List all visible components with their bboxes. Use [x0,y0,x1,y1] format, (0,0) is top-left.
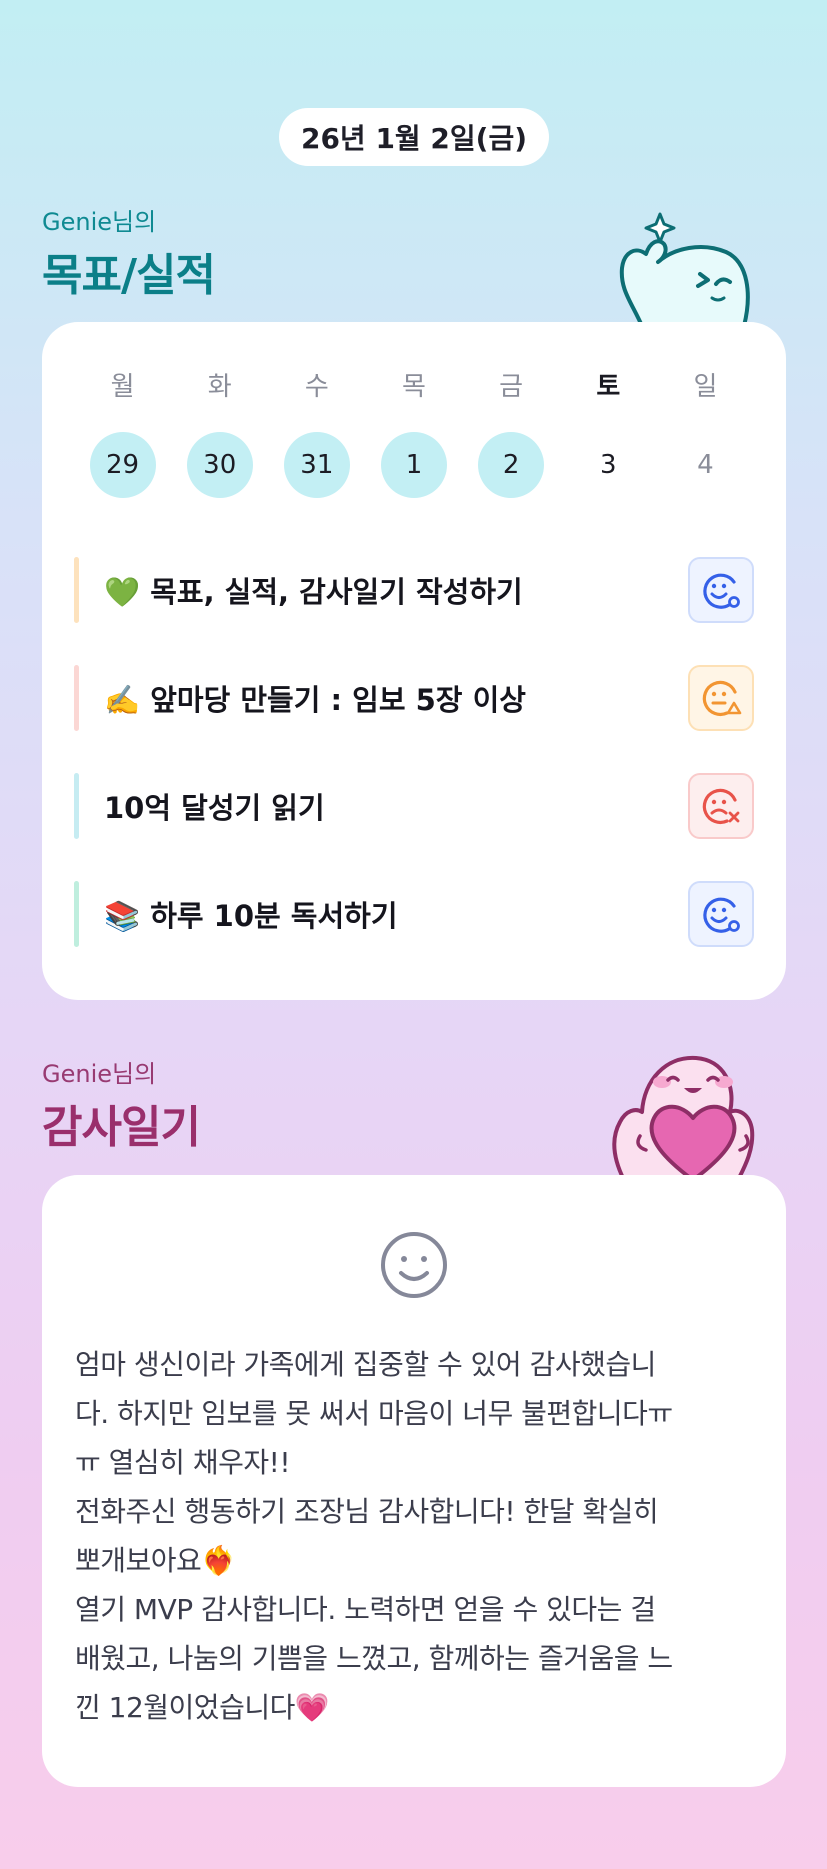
day-column[interactable]: 월 29 [74,370,171,498]
day-column[interactable]: 금 2 [463,370,560,498]
goal-color-bar [74,665,79,731]
goals-title: 목표/실적 [42,250,216,301]
smile-face-icon[interactable] [379,1230,449,1300]
day-column[interactable]: 수 31 [268,370,365,498]
diary-line: 전화주신 행동하기 조장님 감사합니다! 한달 확실히 [75,1495,659,1528]
thanks-owner-label: Genie님의 [42,1060,157,1088]
date-circle[interactable]: 30 [186,432,253,498]
waving-mascot-icon [619,212,750,326]
goals-section-header: Genie님의 목표/실적 [42,202,216,303]
diary-line: ㅠ 열심히 채우자!! [75,1446,291,1479]
smile-done-icon[interactable] [688,881,754,947]
goal-list: 💚 목표, 실적, 감사일기 작성하기 ✍️ 앞마당 만들기 : 임보 5장 이… [74,536,754,968]
date-circle[interactable]: 3 [575,432,641,498]
date-pill[interactable]: 26년 1월 2일(금) [279,108,549,166]
day-column[interactable]: 목 1 [365,370,462,498]
thanks-title: 감사일기 [42,1102,201,1153]
goal-item[interactable]: 10억 달성기 읽기 [74,752,754,860]
date-circle[interactable]: 2 [478,432,545,498]
diary-line: 낀 12월이었습니다💗 [75,1691,330,1724]
sad-fail-icon[interactable] [688,773,754,839]
goal-item[interactable]: ✍️ 앞마당 만들기 : 임보 5장 이상 [74,644,754,752]
thanks-card: 엄마 생신이라 가족에게 집중할 수 있어 감사했습니 다. 하지만 임보를 못… [42,1175,786,1787]
diary-line: 다. 하지만 임보를 못 써서 마음이 너무 불편합니다ㅠ [75,1397,673,1430]
thanks-section-header: Genie님의 감사일기 [42,1054,201,1155]
date-circle[interactable]: 29 [89,432,156,498]
weekday-label: 토 [596,372,621,402]
weekday-label: 금 [499,372,524,402]
weekday-label: 목 [402,372,426,402]
day-column[interactable]: 토 3 [560,370,657,498]
goal-color-bar [74,881,79,947]
goal-text: ✍️ 앞마당 만들기 : 임보 5장 이상 [104,683,526,717]
goal-color-bar [74,557,79,623]
week-calendar: 월 29 화 30 수 31 목 1 금 2 토 3 일 4 [74,370,754,498]
date-circle[interactable]: 1 [380,432,447,498]
goal-item[interactable]: 📚 하루 10분 독서하기 [74,860,754,968]
weekday-label: 일 [693,372,718,402]
weekday-label: 월 [110,372,135,402]
diary-line: 뽀개보아요❤️‍🔥 [75,1544,236,1577]
weekday-label: 화 [207,372,232,402]
thanks-diary-text: 엄마 생신이라 가족에게 집중할 수 있어 감사했습니 다. 하지만 임보를 못… [75,1340,765,1732]
day-column[interactable]: 일 4 [657,370,754,498]
smile-done-icon[interactable] [688,557,754,623]
goal-item[interactable]: 💚 목표, 실적, 감사일기 작성하기 [74,536,754,644]
diary-line: 열기 MVP 감사합니다. 노력하면 얻을 수 있다는 걸 [75,1593,656,1626]
neutral-warning-icon[interactable] [688,665,754,731]
day-column[interactable]: 화 30 [171,370,268,498]
goal-text: 📚 하루 10분 독서하기 [104,899,398,933]
diary-line: 엄마 생신이라 가족에게 집중할 수 있어 감사했습니 [75,1348,656,1381]
date-label: 26년 1월 2일(금) [300,122,528,155]
date-circle[interactable]: 31 [283,432,350,498]
goal-text: 💚 목표, 실적, 감사일기 작성하기 [104,575,523,609]
heart-mascot-icon [612,1055,755,1180]
goals-owner-label: Genie님의 [42,208,157,236]
diary-line: 배웠고, 나눔의 기쁨을 느꼈고, 함께하는 즐거움을 느 [75,1642,673,1675]
date-circle[interactable]: 4 [672,432,738,498]
goals-card: 월 29 화 30 수 31 목 1 금 2 토 3 일 4 � [42,322,786,1000]
weekday-label: 수 [304,372,329,402]
goal-text: 10억 달성기 읽기 [104,791,325,825]
goal-color-bar [74,773,79,839]
